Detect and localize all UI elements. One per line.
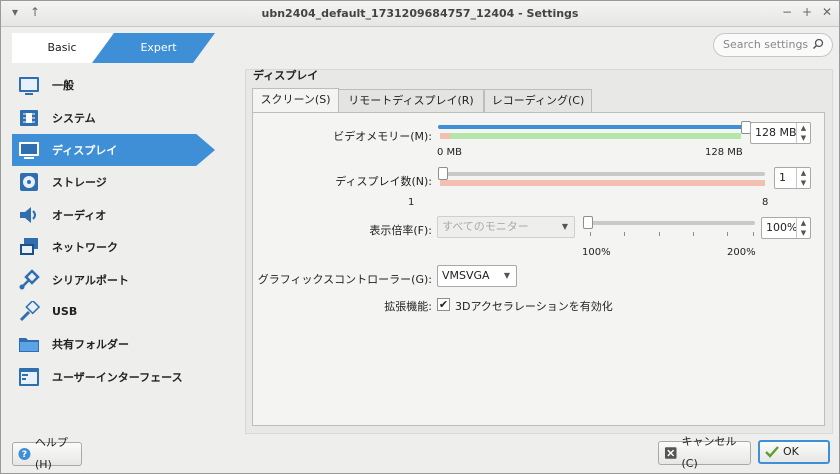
sidebar-item-general[interactable]: 一般 bbox=[12, 69, 222, 101]
sidebar-item-system[interactable]: システム bbox=[12, 101, 222, 133]
graphics-controller-dropdown[interactable]: VMSVGA ▼ bbox=[437, 265, 517, 287]
title-bar: ▾ ↑ ubn2404_default_1731209684757_12404 … bbox=[1, 1, 839, 27]
video-memory-label: ビデオメモリー(M): bbox=[333, 130, 432, 143]
scale-factor-slider-handle[interactable] bbox=[583, 216, 593, 229]
scale-factor-min-label: 100% bbox=[582, 247, 611, 258]
sidebar-item-network[interactable]: ネットワーク bbox=[12, 231, 222, 263]
sidebar-item-label: ネットワーク bbox=[52, 241, 118, 255]
scale-tick bbox=[753, 232, 754, 236]
monitor-select-dropdown[interactable]: すべてのモニター ▼ bbox=[437, 216, 575, 238]
cancel-button-label: キャンセル(C) bbox=[681, 435, 737, 470]
video-memory-min-label: 0 MB bbox=[437, 147, 463, 158]
mode-switch: Basic Expert bbox=[12, 33, 215, 63]
search-input[interactable]: Search settings bbox=[713, 33, 833, 57]
sidebar-item-audio[interactable]: オーディオ bbox=[12, 199, 222, 231]
sidebar-item-user-interface[interactable]: ユーザーインターフェース bbox=[12, 361, 222, 393]
sidebar-item-serial-port[interactable]: シリアルポート bbox=[12, 263, 222, 295]
shared-folder-icon bbox=[19, 338, 39, 353]
video-memory-recommended-zone bbox=[440, 133, 741, 139]
monitor-count-label: ディスプレイ数(N): bbox=[335, 175, 432, 188]
scale-tick bbox=[624, 232, 625, 236]
monitor-count-value: 1 bbox=[779, 171, 786, 184]
scale-factor-spinbox[interactable]: 100% ▲ ▼ bbox=[761, 217, 811, 239]
extended-features-label: 拡張機能: bbox=[384, 300, 432, 313]
sidebar-item-label: システム bbox=[52, 111, 96, 125]
search-placeholder: Search settings bbox=[723, 38, 809, 51]
storage-disk-icon bbox=[20, 173, 38, 192]
help-icon: ? bbox=[18, 447, 31, 460]
close-button[interactable]: ✕ bbox=[819, 5, 835, 19]
video-memory-value: 128 MB bbox=[755, 126, 797, 139]
sidebar-item-label: ディスプレイ bbox=[52, 143, 118, 157]
page-title: ディスプレイ bbox=[253, 69, 319, 82]
sidebar-item-label: シリアルポート bbox=[52, 273, 129, 287]
sidebar-item-label: 共有フォルダー bbox=[52, 338, 129, 352]
video-memory-max-label: 128 MB bbox=[705, 147, 743, 158]
scale-factor-slider-track bbox=[583, 221, 755, 225]
video-memory-slider-fill bbox=[438, 125, 746, 129]
sidebar-item-usb[interactable]: USB bbox=[12, 296, 222, 328]
tab-recording[interactable]: レコーディング(C) bbox=[484, 89, 592, 113]
sidebar-item-label: ストレージ bbox=[52, 176, 107, 190]
tab-remote-display[interactable]: リモートディスプレイ(R) bbox=[338, 89, 484, 113]
search-icon bbox=[812, 38, 824, 50]
spin-arrows-icon[interactable]: ▲ ▼ bbox=[796, 168, 810, 188]
sidebar: 一般 システム ディスプレイ ストレージ オーディオ ネットワーク シリアルポー… bbox=[12, 69, 222, 393]
cancel-x-icon bbox=[664, 447, 677, 459]
svg-text:?: ? bbox=[22, 449, 27, 460]
sidebar-item-label: USB bbox=[52, 305, 78, 319]
sidebar-item-display[interactable]: ディスプレイ bbox=[12, 133, 215, 167]
cancel-button[interactable]: キャンセル(C) bbox=[658, 435, 751, 470]
window-title: ubn2404_default_1731209684757_12404 - Se… bbox=[261, 7, 579, 20]
chevron-down-icon: ▼ bbox=[561, 222, 568, 231]
monitor-count-slider-track bbox=[438, 172, 765, 176]
tab-screen[interactable]: スクリーン(S) bbox=[252, 88, 339, 113]
display-monitor-icon bbox=[19, 141, 39, 159]
ok-button-label: OK bbox=[783, 445, 799, 458]
video-memory-spinbox[interactable]: 128 MB ▲ ▼ bbox=[750, 122, 811, 144]
3d-acceleration-checkbox[interactable]: ✔ bbox=[437, 298, 450, 311]
spin-arrows-icon[interactable]: ▲ ▼ bbox=[796, 123, 810, 143]
graphics-controller-value: VMSVGA bbox=[442, 269, 490, 282]
sidebar-item-storage[interactable]: ストレージ bbox=[12, 166, 222, 198]
scale-tick bbox=[693, 232, 694, 236]
monitor-count-max-label: 8 bbox=[762, 197, 769, 208]
monitor-select-value: すべてのモニター bbox=[442, 220, 529, 233]
monitor-count-warning-zone bbox=[440, 180, 765, 186]
maximize-button[interactable]: + bbox=[799, 5, 815, 19]
minimize-button[interactable]: − bbox=[779, 5, 795, 19]
monitor-count-min-label: 1 bbox=[408, 197, 415, 208]
network-icon bbox=[20, 238, 38, 256]
monitor-count-spinbox[interactable]: 1 ▲ ▼ bbox=[774, 167, 811, 189]
usb-icon bbox=[19, 300, 40, 321]
help-button-label: ヘルプ(H) bbox=[34, 436, 68, 471]
audio-speaker-icon bbox=[20, 206, 36, 223]
scale-tick bbox=[590, 232, 591, 236]
scale-factor-label: 表示倍率(F): bbox=[369, 224, 432, 237]
sidebar-item-shared-folders[interactable]: 共有フォルダー bbox=[12, 328, 222, 360]
3d-acceleration-label[interactable]: 3Dアクセラレーションを有効化 bbox=[455, 298, 613, 314]
checkmark-icon bbox=[765, 446, 779, 458]
settings-window: ▾ ↑ ubn2404_default_1731209684757_12404 … bbox=[0, 0, 840, 474]
scale-tick bbox=[659, 232, 660, 236]
help-button[interactable]: ? ヘルプ(H) bbox=[12, 436, 82, 471]
scale-factor-value: 100% bbox=[766, 221, 798, 234]
user-interface-icon bbox=[19, 367, 39, 386]
serial-port-icon bbox=[19, 268, 40, 290]
general-icon bbox=[19, 77, 39, 96]
monitor-count-slider-handle[interactable] bbox=[438, 167, 448, 180]
spin-arrows-icon[interactable]: ▲ ▼ bbox=[796, 218, 810, 238]
screen-tab-pane: ビデオメモリー(M): 0 MB 128 MB 128 MB ▲ ▼ ディスプレイ… bbox=[252, 112, 825, 426]
video-memory-low-zone bbox=[440, 133, 450, 139]
sidebar-item-label: 一般 bbox=[52, 79, 74, 93]
sidebar-item-label: オーディオ bbox=[52, 208, 107, 222]
sidebar-item-label: ユーザーインターフェース bbox=[52, 370, 183, 384]
scale-factor-max-label: 200% bbox=[727, 247, 756, 258]
chevron-down-icon: ▼ bbox=[503, 271, 510, 280]
graphics-controller-label: グラフィックスコントローラー(G): bbox=[257, 273, 432, 286]
system-chip-icon bbox=[20, 109, 38, 126]
scale-tick bbox=[727, 232, 728, 236]
ok-button[interactable]: OK bbox=[758, 440, 830, 464]
